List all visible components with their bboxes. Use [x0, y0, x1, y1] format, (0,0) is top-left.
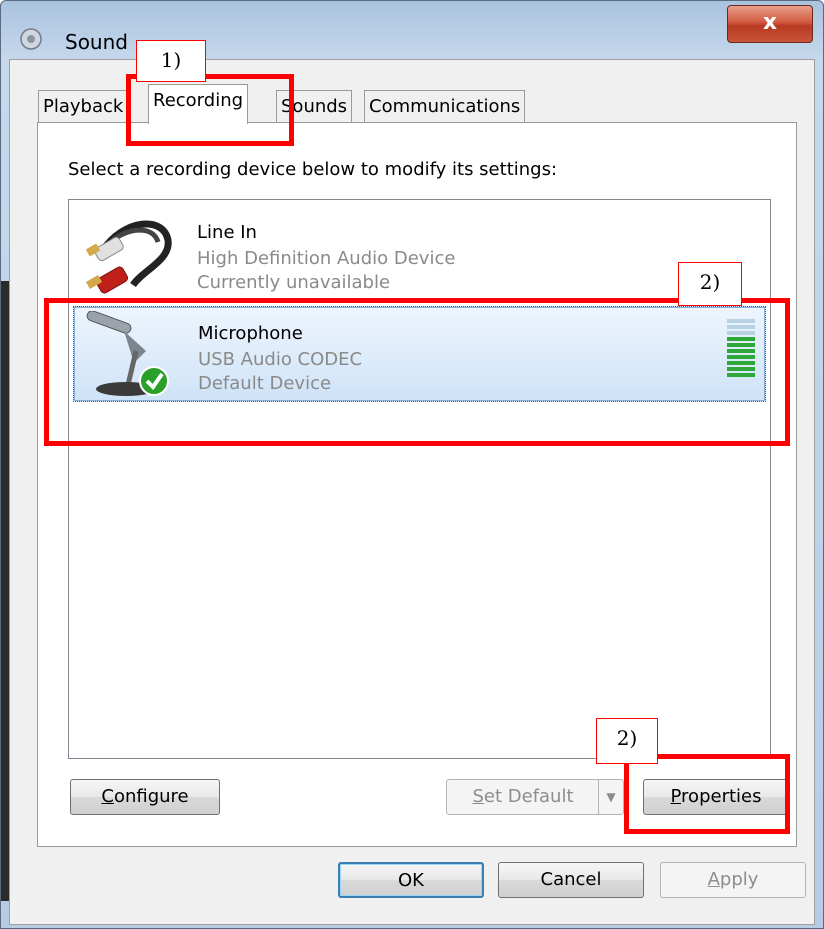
set-default-button[interactable]: Set Default ▼: [446, 779, 624, 815]
instruction-text: Select a recording device below to modif…: [68, 159, 558, 180]
tab-recording[interactable]: Recording: [148, 84, 249, 124]
annotation-label-1: 1): [136, 40, 206, 82]
speaker-icon: [20, 28, 42, 50]
annotation-box-3: [624, 754, 790, 834]
apply-label: Apply: [707, 869, 759, 890]
device-list[interactable]: Line In High Definition Audio Device Cur…: [68, 199, 771, 759]
device-status: Currently unavailable: [197, 272, 391, 293]
tab-playback[interactable]: Playback: [38, 90, 129, 122]
configure-label: Configure: [101, 786, 189, 807]
annotation-label-2b: 2): [596, 718, 658, 764]
chevron-down-icon[interactable]: ▼: [598, 780, 623, 814]
set-default-label: Set Default: [472, 786, 574, 807]
close-icon: x: [762, 10, 778, 35]
ok-button[interactable]: OK: [338, 862, 484, 898]
title-bar: Sound x: [1, 1, 823, 54]
annotation-label-2a: 2): [678, 262, 742, 306]
window-title: Sound: [65, 30, 128, 54]
ok-label: OK: [398, 870, 424, 891]
recording-panel: Select a recording device below to modif…: [37, 122, 797, 847]
annotation-box-2: [44, 298, 790, 446]
cancel-button[interactable]: Cancel: [498, 862, 644, 898]
device-line-in[interactable]: Line In High Definition Audio Device Cur…: [73, 206, 766, 302]
configure-button[interactable]: Configure: [70, 779, 220, 815]
rca-cable-icon: [85, 220, 172, 294]
close-button[interactable]: x: [727, 5, 813, 43]
device-name: Line In: [197, 222, 257, 243]
device-driver: High Definition Audio Device: [197, 248, 456, 269]
cancel-label: Cancel: [540, 869, 602, 890]
apply-button[interactable]: Apply: [660, 862, 806, 898]
window-edge: [1, 281, 9, 901]
tab-communications[interactable]: Communications: [364, 90, 526, 122]
